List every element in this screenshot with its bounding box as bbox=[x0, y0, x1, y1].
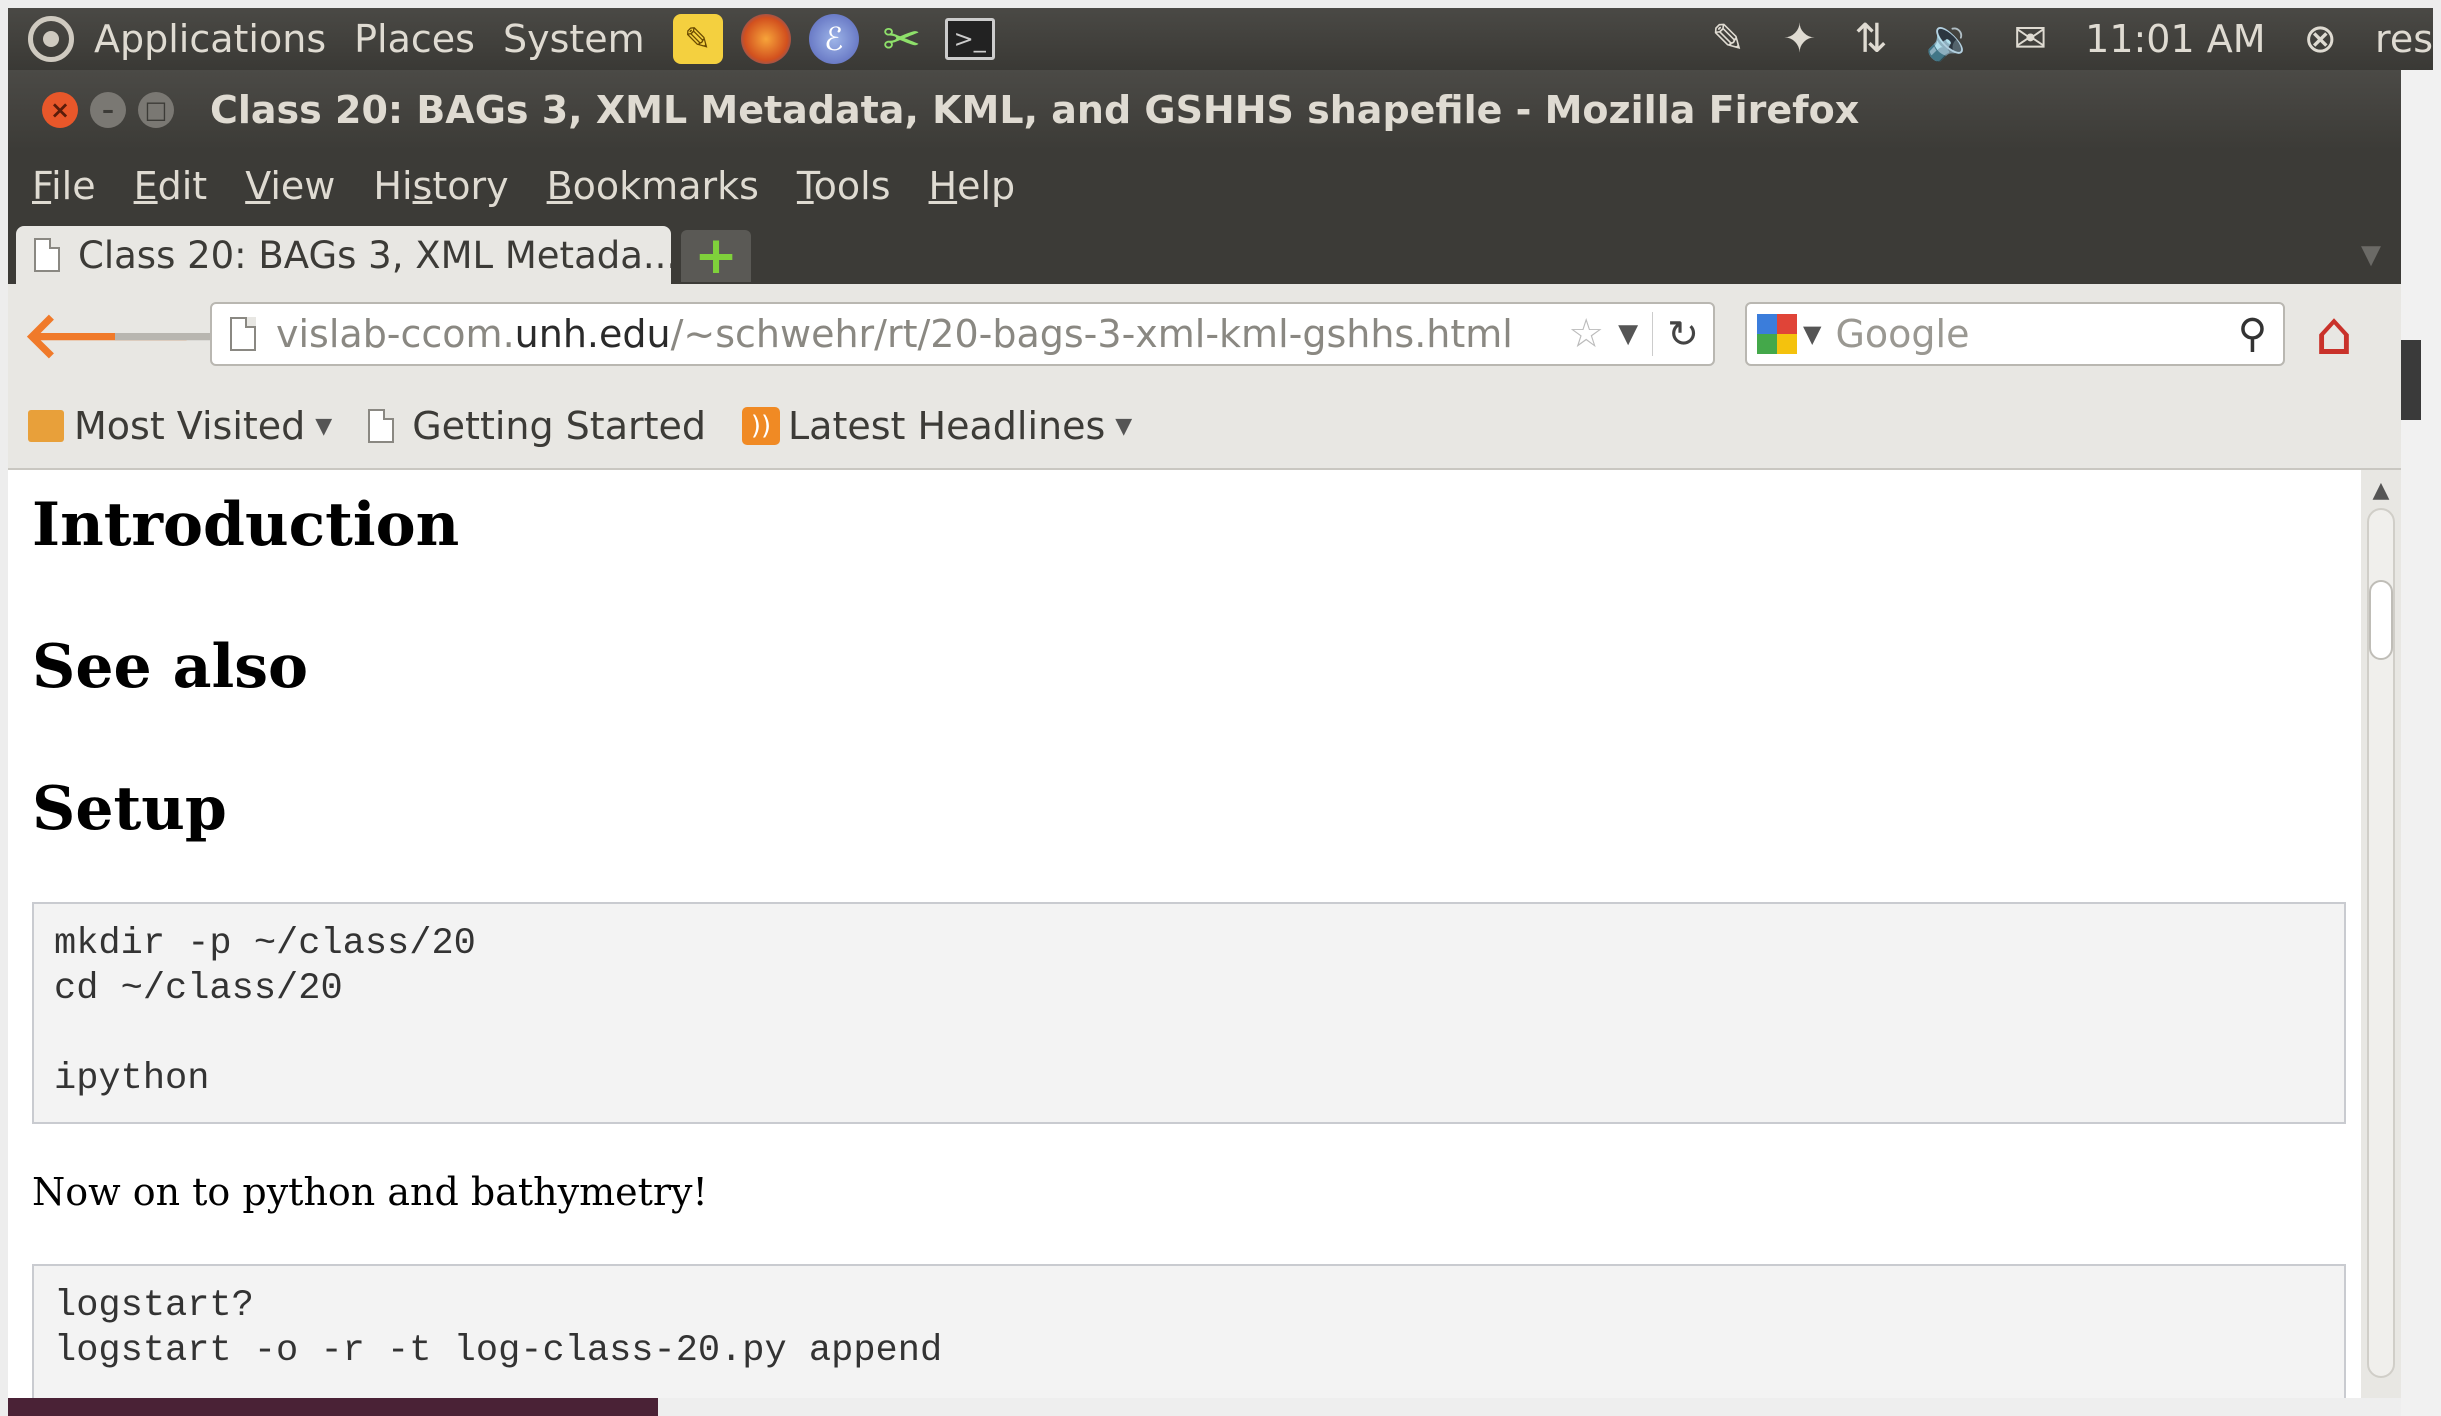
search-icon[interactable]: ⚲ bbox=[2238, 311, 2267, 357]
places-menu[interactable]: Places bbox=[354, 17, 475, 61]
menu-tools[interactable]: Tools bbox=[797, 164, 891, 208]
menu-file[interactable]: File bbox=[32, 164, 96, 208]
search-placeholder: Google bbox=[1835, 312, 1970, 356]
rss-feed-icon: )) bbox=[742, 407, 781, 445]
reload-button[interactable]: ↻ bbox=[1652, 312, 1713, 356]
url-prefix: vislab-ccom. bbox=[276, 312, 515, 356]
menu-bar: File Edit View History Bookmarks Tools H… bbox=[8, 150, 2401, 222]
bottom-panel-edge bbox=[8, 1398, 658, 1416]
menu-history-mnemonic: s bbox=[412, 164, 433, 208]
menu-edit[interactable]: Edit bbox=[134, 164, 208, 208]
bookmark-most-visited-label: Most Visited bbox=[74, 404, 306, 448]
bookmarks-toolbar: Most Visited ▼ Getting Started )) Latest… bbox=[8, 384, 2401, 470]
search-engine-dropdown-icon[interactable]: ▼ bbox=[1803, 320, 1821, 348]
ubuntu-logo-icon[interactable] bbox=[28, 16, 74, 62]
search-box[interactable]: ▼ Google ⚲ bbox=[1745, 302, 2285, 366]
tab-current[interactable]: Class 20: BAGs 3, XML Metada... bbox=[16, 226, 671, 284]
text-editor-launcher-icon[interactable]: ✎ bbox=[672, 14, 723, 64]
menu-view-mnemonic: V bbox=[245, 164, 271, 208]
folder-icon bbox=[28, 410, 64, 442]
menu-help-mnemonic: H bbox=[928, 164, 958, 208]
system-menu[interactable]: System bbox=[503, 17, 645, 61]
menu-view[interactable]: View bbox=[245, 164, 335, 208]
url-domain: unh.edu bbox=[514, 312, 671, 356]
bookmark-star-icon[interactable]: ☆ bbox=[1568, 311, 1604, 357]
emacs-launcher-icon[interactable]: ℰ bbox=[808, 14, 859, 64]
menu-file-mnemonic: F bbox=[32, 164, 52, 208]
page-icon bbox=[368, 409, 395, 443]
maximize-window-button[interactable]: □ bbox=[138, 92, 174, 128]
bookmark-most-visited[interactable]: Most Visited ▼ bbox=[28, 404, 332, 448]
url-history-dropdown-icon[interactable]: ▼ bbox=[1618, 319, 1638, 349]
network-icon[interactable]: ⇅ bbox=[1854, 16, 1888, 62]
desktop-edge bbox=[2401, 70, 2441, 1416]
menu-history[interactable]: History bbox=[373, 164, 508, 208]
close-window-button[interactable]: × bbox=[42, 92, 78, 128]
paragraph-intro: Now on to python and bathymetry! bbox=[32, 1170, 708, 1214]
clock[interactable]: 11:01 AM bbox=[2085, 17, 2265, 61]
menu-bookmarks[interactable]: Bookmarks bbox=[547, 164, 759, 208]
menu-bookmarks-mnemonic: B bbox=[546, 164, 573, 208]
heading-setup: Setup bbox=[32, 774, 227, 844]
volume-icon[interactable]: 🔉 bbox=[1926, 16, 1976, 63]
chevron-down-icon: ▼ bbox=[315, 413, 333, 439]
gnome-top-panel: Applications Places System ✎ ℰ ✂ >_ ✎ ✦ … bbox=[8, 8, 2433, 70]
forward-button[interactable]: 🡒 bbox=[108, 296, 280, 373]
notes-icon[interactable]: ✎ bbox=[1711, 16, 1745, 62]
site-identity-icon[interactable] bbox=[230, 317, 256, 351]
page-content: Introduction See also Setup mkdir -p ~/c… bbox=[8, 470, 2361, 1398]
chevron-down-icon: ▼ bbox=[1115, 413, 1133, 439]
page-icon bbox=[34, 238, 60, 272]
mail-icon[interactable]: ✉ bbox=[2014, 16, 2048, 62]
bookmark-latest-headlines[interactable]: )) Latest Headlines ▼ bbox=[742, 404, 1132, 448]
bookmark-getting-started[interactable]: Getting Started bbox=[368, 404, 706, 448]
menu-bookmarks-rest: ookmarks bbox=[572, 164, 759, 208]
menu-help-rest: elp bbox=[957, 164, 1016, 208]
user-icon[interactable]: ⊗ bbox=[2304, 16, 2338, 62]
user-name[interactable]: res bbox=[2375, 17, 2433, 61]
window-title: Class 20: BAGs 3, XML Metadata, KML, and… bbox=[210, 88, 1860, 132]
url-path: /~schwehr/rt/20-bags-3-xml-kml-gshhs.htm… bbox=[670, 312, 1513, 356]
menu-edit-rest: dit bbox=[157, 164, 208, 208]
new-tab-button[interactable]: + bbox=[681, 226, 751, 286]
code-block-setup: mkdir -p ~/class/20 cd ~/class/20 ipytho… bbox=[32, 902, 2346, 1124]
home-button[interactable]: ⌂ bbox=[2315, 299, 2353, 369]
menu-tools-rest: ools bbox=[813, 164, 891, 208]
terminal-launcher-icon[interactable]: >_ bbox=[944, 18, 995, 60]
bookmark-latest-headlines-label: Latest Headlines bbox=[788, 404, 1106, 448]
dropbox-icon[interactable]: ✦ bbox=[1783, 16, 1817, 62]
menu-view-rest: iew bbox=[270, 164, 336, 208]
window-titlebar[interactable]: × – □ Class 20: BAGs 3, XML Metadata, KM… bbox=[8, 70, 2401, 150]
scroll-up-arrow-icon[interactable]: ▲ bbox=[2361, 478, 2401, 503]
applications-menu[interactable]: Applications bbox=[94, 17, 326, 61]
tab-bar: Class 20: BAGs 3, XML Metada... + ▼ bbox=[8, 222, 2401, 286]
desktop-window-edge bbox=[2401, 340, 2421, 420]
heading-see-also: See also bbox=[32, 632, 309, 702]
list-all-tabs-icon[interactable]: ▼ bbox=[2361, 240, 2381, 270]
minimize-window-button[interactable]: – bbox=[90, 92, 126, 128]
firefox-launcher-icon[interactable] bbox=[740, 14, 791, 64]
menu-history-pre: Hi bbox=[373, 164, 413, 208]
google-engine-icon[interactable] bbox=[1757, 314, 1797, 354]
menu-edit-mnemonic: E bbox=[133, 164, 158, 208]
bookmark-getting-started-label: Getting Started bbox=[412, 404, 707, 448]
code-block-logstart: logstart? logstart -o -r -t log-class-20… bbox=[32, 1264, 2346, 1398]
tab-label: Class 20: BAGs 3, XML Metada... bbox=[78, 233, 671, 277]
system-tray: ✎ ✦ ⇅ 🔉 ✉ 11:01 AM ⊗ res bbox=[1711, 16, 2433, 63]
menu-history-rest: tory bbox=[432, 164, 509, 208]
back-button[interactable]: 🡐 bbox=[22, 296, 194, 373]
menu-tools-mnemonic: T bbox=[796, 164, 814, 208]
vertical-scrollbar[interactable]: ▲ bbox=[2361, 470, 2401, 1398]
navigation-toolbar: 🡐 🡒 vislab-ccom. unh.edu/~schwehr/rt/20-b… bbox=[8, 284, 2401, 384]
url-bar[interactable]: vislab-ccom. unh.edu/~schwehr/rt/20-bags-… bbox=[210, 302, 1715, 366]
menu-file-rest: ile bbox=[51, 164, 96, 208]
scrollbar-thumb[interactable] bbox=[2369, 580, 2393, 660]
tools-launcher-icon[interactable]: ✂ bbox=[877, 12, 927, 66]
menu-help[interactable]: Help bbox=[929, 164, 1016, 208]
heading-introduction: Introduction bbox=[32, 490, 460, 560]
